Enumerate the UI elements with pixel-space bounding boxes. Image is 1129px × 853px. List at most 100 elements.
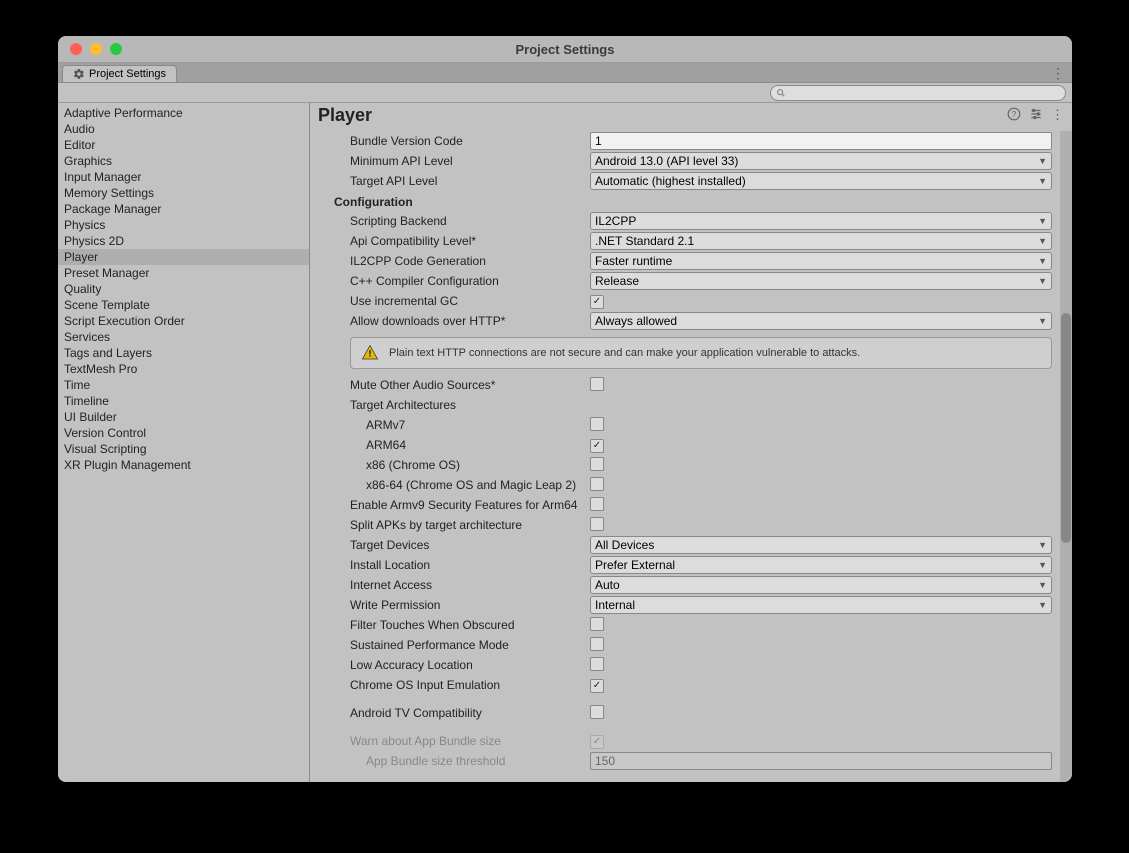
sidebar-item-scene-template[interactable]: Scene Template — [58, 297, 309, 313]
sidebar-item-textmesh-pro[interactable]: TextMesh Pro — [58, 361, 309, 377]
main-panel: Player ? ⋮ Bundle Version Code — [310, 103, 1072, 782]
checkbox-x86[interactable] — [590, 457, 604, 471]
content-scroll[interactable]: Bundle Version Code Minimum API Level An… — [310, 131, 1072, 782]
tab-project-settings[interactable]: Project Settings — [62, 65, 177, 82]
row-target-devices: Target Devices All Devices▼ — [314, 535, 1068, 555]
sidebar-item-audio[interactable]: Audio — [58, 121, 309, 137]
row-internet-access: Internet Access Auto▼ — [314, 575, 1068, 595]
sidebar-item-xr-plugin-management[interactable]: XR Plugin Management — [58, 457, 309, 473]
zoom-button[interactable] — [110, 43, 122, 55]
sidebar-item-time[interactable]: Time — [58, 377, 309, 393]
search-row — [58, 83, 1072, 103]
sidebar-item-input-manager[interactable]: Input Manager — [58, 169, 309, 185]
sidebar-item-adaptive-performance[interactable]: Adaptive Performance — [58, 105, 309, 121]
checkbox-low-acc-loc[interactable] — [590, 657, 604, 671]
checkbox-mute-audio[interactable] — [590, 377, 604, 391]
scrollbar[interactable] — [1060, 131, 1072, 782]
sidebar-item-graphics[interactable]: Graphics — [58, 153, 309, 169]
sidebar-item-services[interactable]: Services — [58, 329, 309, 345]
warning-icon — [361, 344, 379, 362]
row-x86-64: x86-64 (Chrome OS and Magic Leap 2) — [314, 475, 1068, 495]
checkbox-armv7[interactable] — [590, 417, 604, 431]
chevron-down-icon: ▼ — [1038, 216, 1047, 226]
dropdown-target-devices[interactable]: All Devices▼ — [590, 536, 1052, 554]
dropdown-internet-access[interactable]: Auto▼ — [590, 576, 1052, 594]
main-header: Player ? ⋮ — [310, 103, 1072, 131]
checkbox-android-tv[interactable] — [590, 705, 604, 719]
checkbox-chrome-input[interactable]: ✓ — [590, 679, 604, 693]
chevron-down-icon: ▼ — [1038, 176, 1047, 186]
sidebar-item-physics-2d[interactable]: Physics 2D — [58, 233, 309, 249]
label-min-api: Minimum API Level — [350, 154, 590, 168]
page-title: Player — [318, 105, 372, 126]
row-low-acc-loc: Low Accuracy Location — [314, 655, 1068, 675]
kebab-icon[interactable]: ⋮ — [1051, 107, 1064, 124]
sidebar-item-version-control[interactable]: Version Control — [58, 425, 309, 441]
chevron-down-icon: ▼ — [1038, 560, 1047, 570]
search-icon — [776, 88, 786, 98]
sidebar-item-physics[interactable]: Physics — [58, 217, 309, 233]
dropdown-min-api[interactable]: Android 13.0 (API level 33)▼ — [590, 152, 1052, 170]
input-bundle-version-code[interactable] — [590, 132, 1052, 150]
close-button[interactable] — [70, 43, 82, 55]
traffic-lights — [58, 43, 122, 55]
sidebar-item-timeline[interactable]: Timeline — [58, 393, 309, 409]
sidebar-item-script-execution-order[interactable]: Script Execution Order — [58, 313, 309, 329]
row-armv7: ARMv7 — [314, 415, 1068, 435]
scrollbar-thumb[interactable] — [1061, 313, 1071, 543]
dropdown-http[interactable]: Always allowed▼ — [590, 312, 1052, 330]
row-x86: x86 (Chrome OS) — [314, 455, 1068, 475]
sidebar-item-visual-scripting[interactable]: Visual Scripting — [58, 441, 309, 457]
chevron-down-icon: ▼ — [1038, 276, 1047, 286]
row-sustained: Sustained Performance Mode — [314, 635, 1068, 655]
preset-icon[interactable] — [1029, 107, 1043, 124]
minimize-button[interactable] — [90, 43, 102, 55]
dropdown-il2cpp-codegen[interactable]: Faster runtime▼ — [590, 252, 1052, 270]
row-armv9: Enable Armv9 Security Features for Arm64 — [314, 495, 1068, 515]
sidebar-item-quality[interactable]: Quality — [58, 281, 309, 297]
window-title: Project Settings — [58, 42, 1072, 57]
tab-bar: Project Settings ⋮ — [58, 63, 1072, 83]
help-icon[interactable]: ? — [1007, 107, 1021, 124]
checkbox-split-apk[interactable] — [590, 517, 604, 531]
search-input[interactable] — [789, 87, 1060, 99]
dropdown-install-location[interactable]: Prefer External▼ — [590, 556, 1052, 574]
row-http: Allow downloads over HTTP* Always allowe… — [314, 311, 1068, 331]
sidebar-item-ui-builder[interactable]: UI Builder — [58, 409, 309, 425]
sidebar-item-editor[interactable]: Editor — [58, 137, 309, 153]
sidebar-item-player[interactable]: Player — [58, 249, 309, 265]
checkbox-armv9[interactable] — [590, 497, 604, 511]
label-target-api: Target API Level — [350, 174, 590, 188]
row-write-permission: Write Permission Internal▼ — [314, 595, 1068, 615]
row-target-arch: Target Architectures — [314, 395, 1068, 415]
project-settings-window: Project Settings Project Settings ⋮ Adap… — [58, 36, 1072, 782]
chevron-down-icon: ▼ — [1038, 156, 1047, 166]
dropdown-target-api[interactable]: Automatic (highest installed)▼ — [590, 172, 1052, 190]
http-warning-box: Plain text HTTP connections are not secu… — [350, 337, 1052, 369]
dropdown-write-permission[interactable]: Internal▼ — [590, 596, 1052, 614]
search-box[interactable] — [770, 85, 1066, 101]
tab-label: Project Settings — [89, 68, 166, 80]
dropdown-api-compat[interactable]: .NET Standard 2.1▼ — [590, 232, 1052, 250]
dropdown-cpp-compiler[interactable]: Release▼ — [590, 272, 1052, 290]
dropdown-scripting-backend[interactable]: IL2CPP▼ — [590, 212, 1052, 230]
row-android-tv: Android TV Compatibility — [314, 703, 1068, 723]
chevron-down-icon: ▼ — [1038, 580, 1047, 590]
row-arm64: ARM64 ✓ — [314, 435, 1068, 455]
sidebar-item-memory-settings[interactable]: Memory Settings — [58, 185, 309, 201]
tab-menu-button[interactable]: ⋮ — [1043, 65, 1072, 82]
checkbox-filter-touches[interactable] — [590, 617, 604, 631]
section-configuration: Configuration — [314, 191, 1068, 211]
chevron-down-icon: ▼ — [1038, 256, 1047, 266]
sidebar-item-tags-and-layers[interactable]: Tags and Layers — [58, 345, 309, 361]
svg-text:?: ? — [1012, 110, 1017, 119]
sidebar-item-package-manager[interactable]: Package Manager — [58, 201, 309, 217]
checkbox-arm64[interactable]: ✓ — [590, 439, 604, 453]
row-incremental-gc: Use incremental GC ✓ — [314, 291, 1068, 311]
checkbox-x86-64[interactable] — [590, 477, 604, 491]
checkbox-sustained[interactable] — [590, 637, 604, 651]
row-mute-audio: Mute Other Audio Sources* — [314, 375, 1068, 395]
checkbox-incremental-gc[interactable]: ✓ — [590, 295, 604, 309]
body: Adaptive PerformanceAudioEditorGraphicsI… — [58, 103, 1072, 782]
sidebar-item-preset-manager[interactable]: Preset Manager — [58, 265, 309, 281]
